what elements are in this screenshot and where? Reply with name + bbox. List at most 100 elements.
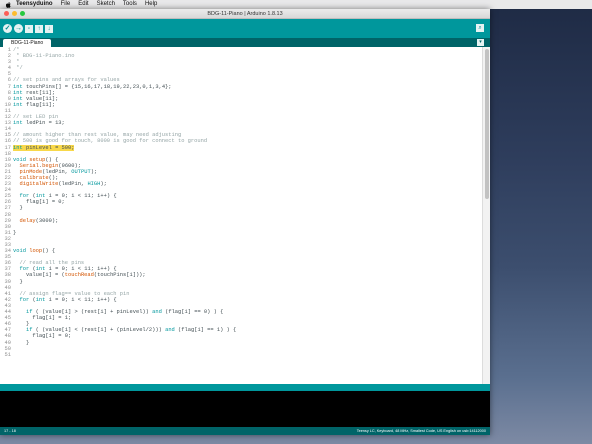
code-token: */	[13, 65, 23, 72]
checkmark-icon: ✓	[4, 25, 11, 32]
code-token: int	[35, 296, 46, 303]
editor-scrollbar[interactable]	[482, 47, 490, 384]
code-token: }	[13, 339, 30, 346]
output-console[interactable]	[0, 391, 490, 427]
open-sketch-button[interactable]: ↑	[35, 24, 43, 33]
code-token: }	[13, 205, 23, 212]
code-token: begin	[42, 162, 59, 169]
menu-app-name[interactable]: Teensyduino	[16, 0, 53, 9]
code-token: (9600);	[58, 162, 81, 169]
code-token: for	[19, 296, 30, 303]
board-info: Teensy LC, Keyboard, 48 MHz, Smallest Co…	[356, 429, 486, 433]
code-token: // read all the pins	[13, 260, 85, 267]
scrollbar-thumb[interactable]	[485, 49, 489, 199]
code-token: * BDG-11-Piano.ino	[13, 53, 75, 60]
code-token: i = 0; i < 11; i++) {	[45, 296, 117, 303]
code-token: flag[i] = 1;	[13, 315, 72, 322]
arrow-up-icon: ↑	[37, 25, 41, 32]
code-token: ();	[48, 174, 59, 181]
code-token: (ledPin,	[58, 181, 88, 188]
code-token: calibrate	[19, 174, 49, 181]
new-sketch-button[interactable]: ▫	[25, 24, 33, 33]
menu-help[interactable]: Help	[145, 0, 157, 9]
code-token: loop	[29, 248, 43, 255]
code-token: flag[i] = 0;	[13, 199, 65, 206]
code-token: (3000);	[35, 217, 59, 224]
code-token: touchPins[] = {15,16,17,18,19,22,23,0,1,…	[22, 83, 172, 90]
code-token: // amount higher than rest value, may ne…	[13, 132, 182, 139]
line-code: for (int i = 0; i < 11; i++) {	[13, 296, 117, 303]
magnifier-icon: ⌕	[478, 25, 482, 31]
code-token: setup	[29, 156, 46, 163]
code-token: digitalWrite	[19, 181, 59, 188]
line-code: * BDG-11-Piano.ino	[13, 53, 74, 59]
line-code: void loop() {	[13, 248, 55, 254]
menu-edit[interactable]: Edit	[78, 0, 88, 9]
code-token: (touchPins[i]));	[93, 272, 146, 279]
apple-menu-icon[interactable]	[4, 1, 12, 8]
line-code: value[i] = (touchRead(touchPins[i]));	[13, 272, 146, 278]
code-token: pinMode	[19, 168, 43, 175]
code-token: void	[13, 156, 26, 163]
code-token: ( (value[i] < (rest[i] + (pinLevel/2)))	[32, 327, 166, 334]
code-token: // set LED pin	[13, 114, 59, 121]
line-code: }	[13, 205, 23, 212]
code-token: int	[13, 120, 23, 127]
code-token: int	[13, 83, 23, 90]
code-token: (flag[i] == 1) ) {	[174, 327, 237, 334]
code-token: rest[11];	[22, 89, 56, 96]
code-token: and	[165, 327, 175, 334]
line-code: */	[13, 65, 23, 72]
line-number: 51	[4, 351, 11, 358]
save-sketch-button[interactable]: ↓	[45, 24, 53, 33]
arrow-down-icon: ↓	[47, 25, 51, 32]
toolbar: ✓ → ▫ ↑ ↓ ⌕	[0, 19, 490, 38]
line-code: }	[13, 340, 29, 346]
menu-file[interactable]: File	[61, 0, 71, 9]
code-token: HIGH	[87, 181, 101, 188]
code-token: flag[11];	[22, 101, 56, 108]
code-token: Serial	[19, 162, 39, 169]
code-token: (ledPin,	[42, 168, 72, 175]
console-divider[interactable]	[0, 384, 490, 391]
window-titlebar[interactable]: BDG-11-Piano | Arduino 1.8.13	[0, 9, 490, 19]
tab-sketch[interactable]: BDG-11-Piano	[3, 39, 52, 47]
code-token: value[i] = (	[13, 272, 65, 279]
macos-menu-bar: Teensyduino File Edit Sketch Tools Help	[0, 0, 592, 9]
verify-button[interactable]: ✓	[3, 24, 12, 33]
code-token: and	[152, 309, 162, 316]
code-token: for	[19, 193, 30, 200]
code-editor[interactable]: 1/* 2 * BDG-11-Piano.ino 3 * 4 */5 6// set p…	[0, 47, 482, 384]
code-token: flag[i] = 0;	[13, 333, 72, 340]
upload-button[interactable]: →	[14, 24, 23, 33]
code-token: // 500 is good for touch, 8000 is good f…	[13, 138, 208, 145]
code-token: i = 0; i < 11; i++) {	[45, 266, 117, 273]
code-token: delay	[19, 217, 36, 224]
status-bar: 17 - 18 Teensy LC, Keyboard, 48 MHz, Sma…	[0, 427, 490, 435]
tab-menu-button[interactable]: ▾	[477, 39, 484, 46]
code-token: int	[13, 144, 23, 151]
code-token: for	[19, 266, 30, 273]
window-title: BDG-11-Piano | Arduino 1.8.13	[207, 11, 283, 17]
code-token: ( (value[i] > (rest[i] + pinLevel))	[32, 309, 153, 316]
menu-tools[interactable]: Tools	[123, 0, 137, 9]
code-token: int	[35, 266, 46, 273]
code-token: );	[90, 168, 98, 175]
menu-sketch[interactable]: Sketch	[97, 0, 115, 9]
code-token: }	[13, 278, 23, 285]
code-token: *	[13, 59, 20, 66]
code-token: void	[13, 248, 26, 255]
code-token: OUTPUT	[71, 168, 91, 175]
code-token: }	[13, 321, 30, 328]
code-token: i = 0; i < 11; i++) {	[45, 193, 117, 200]
code-token: ledPin = 13;	[22, 120, 65, 127]
code-token: () {	[42, 248, 56, 255]
serial-monitor-button[interactable]: ⌕	[476, 24, 484, 32]
code-token: // set pins and arrays for values	[13, 77, 120, 84]
sketch-tab-bar: BDG-11-Piano ▾	[0, 38, 490, 47]
code-token: }	[13, 229, 17, 236]
code-token: () {	[45, 156, 59, 163]
code-line[interactable]: 51	[0, 352, 482, 358]
